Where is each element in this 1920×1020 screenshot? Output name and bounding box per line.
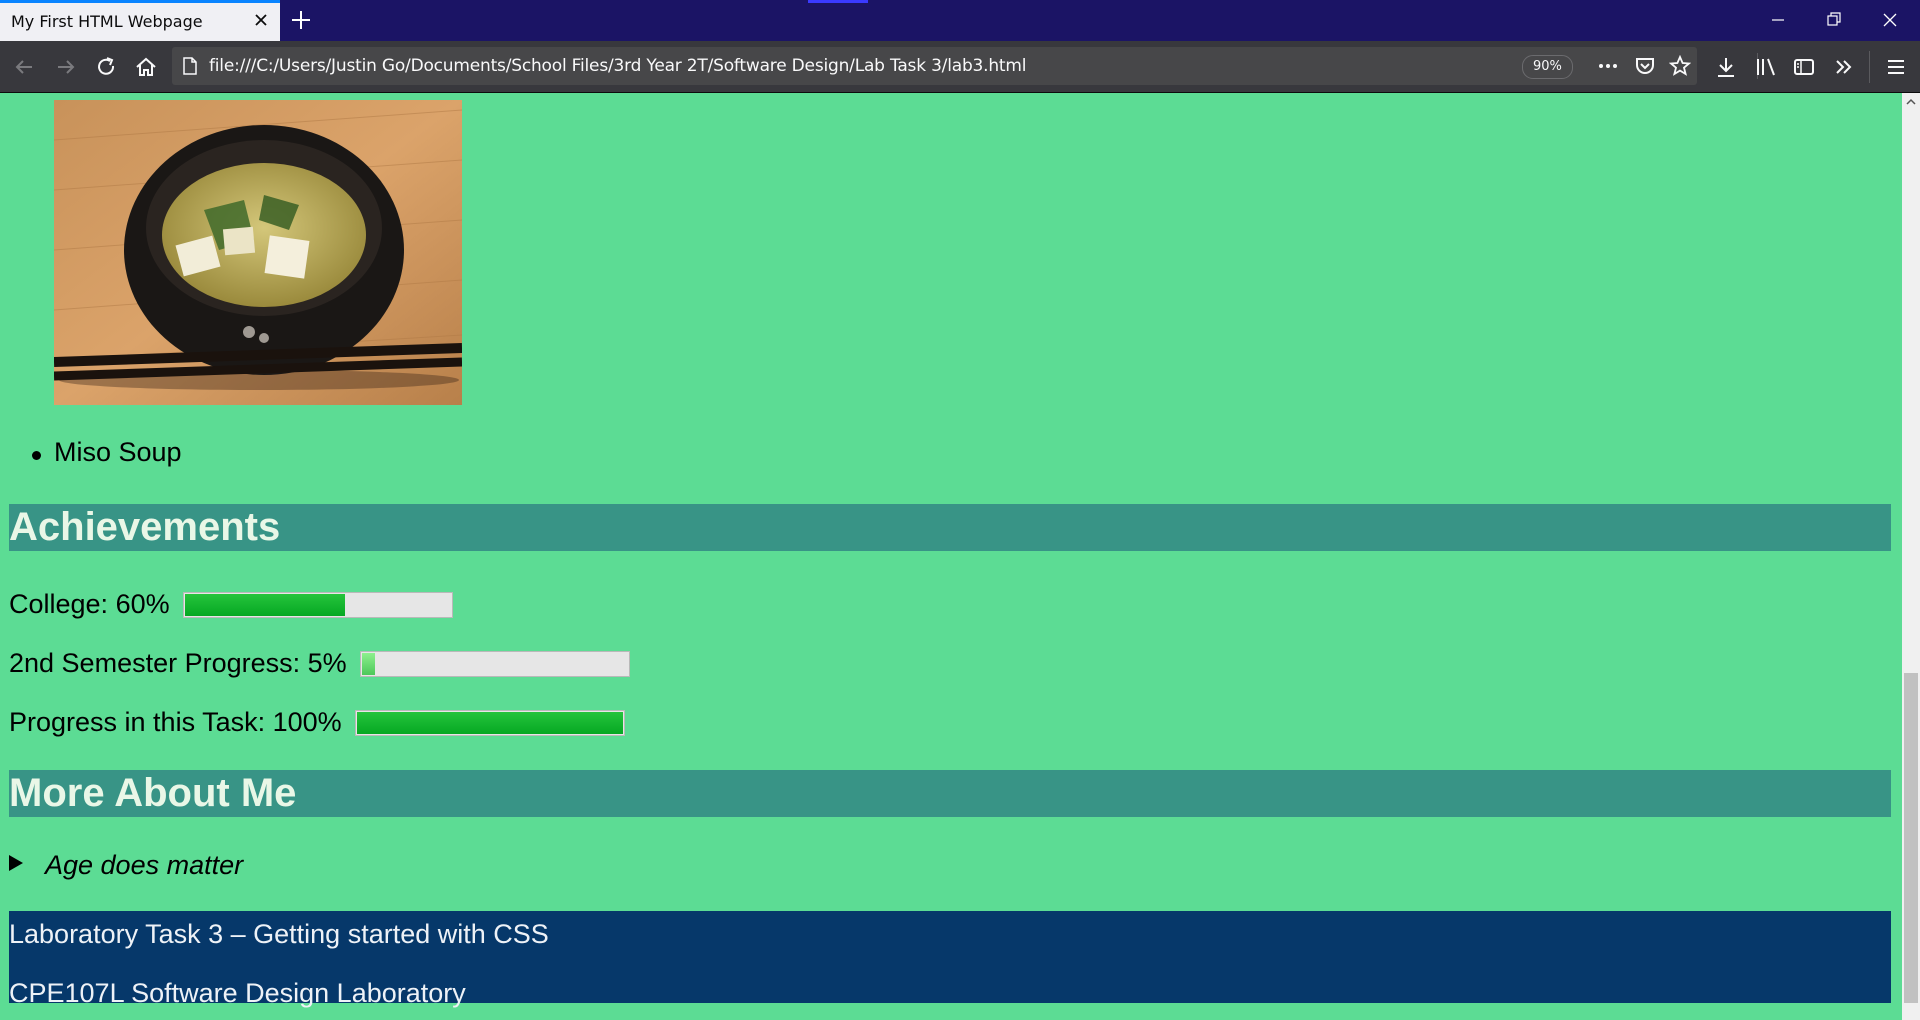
food-item-label: Miso Soup [54, 437, 182, 467]
page-icon [183, 57, 197, 75]
progress-row-task: Progress in this Task: 100% [9, 706, 626, 738]
progress-bar-semester [360, 650, 631, 677]
progress-fill [362, 652, 375, 675]
progress-row-college: College: 60% [9, 588, 454, 620]
downloads-icon[interactable] [1712, 53, 1740, 81]
details-summary[interactable]: Age does matter [45, 850, 243, 880]
favorite-food-list: Miso Soup [28, 437, 182, 468]
toolbar-divider [1869, 51, 1870, 83]
overflow-chevron-icon[interactable] [1830, 53, 1858, 81]
hamburger-menu-icon[interactable] [1882, 53, 1910, 81]
list-item: Miso Soup [28, 437, 182, 468]
scrollbar-thumb[interactable] [1904, 673, 1918, 1003]
achievements-heading: Achievements [9, 504, 1891, 551]
footer-course-title: CPE107L Software Design Laboratory [9, 978, 466, 1008]
close-tab-icon[interactable] [252, 11, 270, 29]
reload-icon[interactable] [92, 53, 120, 81]
page-footer: Laboratory Task 3 – Getting started with… [9, 911, 1891, 1008]
more-about-me-heading: More About Me [9, 770, 1891, 817]
home-icon[interactable] [132, 53, 160, 81]
restore-icon[interactable] [1806, 0, 1862, 41]
progress-bar-college [183, 591, 454, 618]
close-window-icon[interactable] [1862, 0, 1918, 41]
new-tab-icon[interactable] [290, 9, 312, 31]
progress-bar-task [355, 709, 626, 736]
age-details-disclosure[interactable]: Age does matter [9, 850, 243, 881]
tab-bar: My First HTML Webpage [0, 0, 1920, 41]
library-icon[interactable] [1752, 53, 1780, 81]
miso-soup-image [54, 100, 462, 405]
tab-title: My First HTML Webpage [11, 12, 203, 31]
vertical-scrollbar[interactable] [1902, 93, 1920, 1020]
progress-label: Progress in this Task: 100% [9, 707, 342, 738]
pocket-icon[interactable] [1634, 55, 1656, 77]
bookmark-star-icon[interactable] [1669, 55, 1691, 77]
footer-task-title: Laboratory Task 3 – Getting started with… [9, 919, 549, 949]
url-bar[interactable]: file:///C:/Users/Justin Go/Documents/Sch… [172, 47, 1758, 85]
tab-activity-indicator [808, 0, 868, 3]
progress-row-semester: 2nd Semester Progress: 5% [9, 647, 631, 679]
progress-label: 2nd Semester Progress: 5% [9, 648, 347, 679]
forward-icon[interactable] [52, 53, 80, 81]
page-actions-icon[interactable] [1597, 56, 1619, 76]
navigation-toolbar: file:///C:/Users/Justin Go/Documents/Sch… [0, 41, 1920, 92]
scroll-up-arrow-icon[interactable] [1906, 97, 1916, 107]
disclosure-triangle-icon[interactable] [9, 854, 23, 871]
url-text[interactable]: file:///C:/Users/Justin Go/Documents/Sch… [209, 56, 1026, 76]
minimize-icon[interactable] [1750, 0, 1806, 41]
page-viewport: Miso Soup Achievements College: 60% 2nd … [0, 93, 1902, 1020]
bullet-icon [32, 451, 41, 460]
active-tab[interactable]: My First HTML Webpage [0, 0, 280, 41]
progress-fill [185, 593, 345, 616]
back-icon[interactable] [10, 53, 38, 81]
zoom-level-badge[interactable]: 90% [1522, 55, 1573, 79]
progress-label: College: 60% [9, 589, 170, 620]
progress-fill [357, 711, 624, 734]
sidebar-icon[interactable] [1790, 53, 1818, 81]
